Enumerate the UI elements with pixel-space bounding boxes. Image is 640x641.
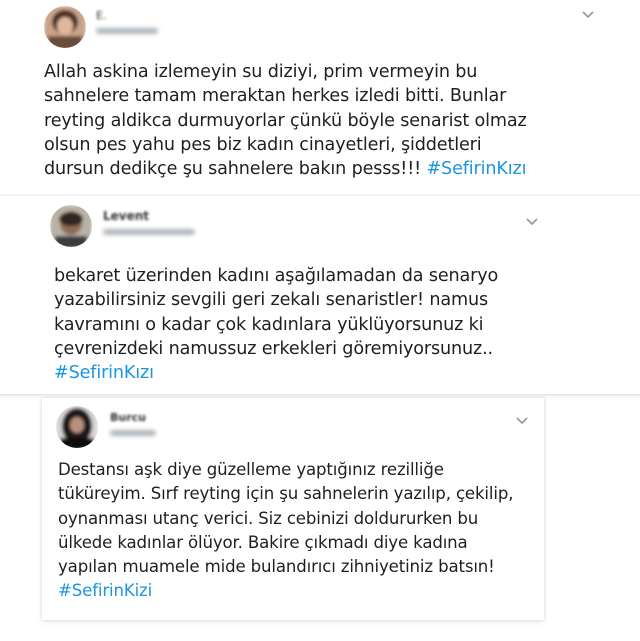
user-handle[interactable] (110, 430, 156, 436)
user-handle[interactable] (96, 28, 158, 34)
hashtag-link[interactable]: #SefirinKizi (58, 581, 152, 600)
tweet-3-card: Burcu Destansı aşk diye güzelleme yaptığ… (42, 398, 544, 620)
tweet-text: Destansı aşk diye güzelleme yaptığınız r… (58, 458, 538, 604)
chevron-down-icon[interactable] (514, 412, 530, 428)
tweet-2-card: Levent bekaret üzerinden kadını aşağılam… (0, 196, 640, 394)
hashtag-link[interactable]: #SefirinKızı (54, 363, 154, 383)
chevron-down-icon[interactable] (580, 6, 596, 22)
avatar[interactable] (56, 406, 98, 448)
tweet-text: Allah askina izlemeyin su diziyi, prim v… (44, 60, 614, 181)
hashtag-link[interactable]: #SefirinKızı (426, 159, 526, 179)
chevron-down-icon[interactable] (524, 213, 540, 229)
user-name[interactable]: Levent (103, 209, 149, 223)
user-handle[interactable] (103, 229, 195, 235)
tweet-body: Destansı aşk diye güzelleme yaptığınız r… (58, 460, 514, 577)
avatar[interactable] (44, 6, 86, 48)
user-name[interactable]: E. (96, 9, 106, 22)
user-name[interactable]: Burcu (110, 411, 146, 424)
tweet-text: bekaret üzerinden kadını aşağılamadan da… (54, 264, 594, 385)
tweet-1: E. Allah askina izlemeyin su diziyi, pri… (0, 0, 640, 196)
avatar[interactable] (50, 205, 92, 247)
tweet-body: bekaret üzerinden kadını aşağılamadan da… (54, 266, 499, 359)
